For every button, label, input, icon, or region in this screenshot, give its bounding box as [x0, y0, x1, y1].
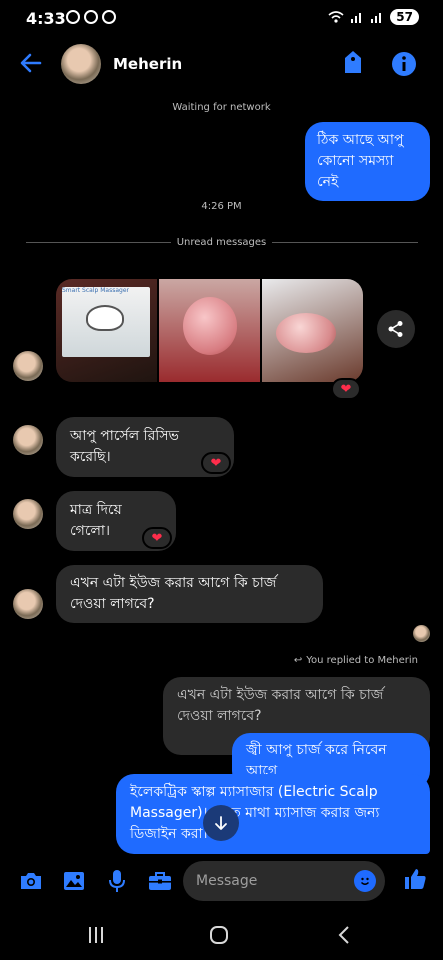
- battery-badge: 57: [390, 9, 419, 25]
- recent-apps-button[interactable]: [84, 924, 108, 946]
- massager-image: [276, 313, 336, 353]
- chat-header: Meherin: [0, 36, 443, 92]
- emoji-button[interactable]: [354, 870, 376, 892]
- status-time: 4:33: [26, 9, 66, 28]
- camera-icon[interactable]: [18, 868, 44, 894]
- tag-icon[interactable]: [342, 50, 364, 76]
- notification-icons: [66, 10, 116, 24]
- messenger-notification-icon: [102, 10, 116, 24]
- sender-avatar[interactable]: [13, 351, 43, 381]
- info-icon[interactable]: [391, 51, 417, 77]
- photo-product-box[interactable]: Smart Scalp Massager: [56, 279, 157, 382]
- smiley-icon: [361, 877, 369, 885]
- wifi-icon: [328, 11, 344, 23]
- time-separator: 4:26 PM: [201, 201, 242, 212]
- thumbs-up-icon[interactable]: [402, 866, 428, 892]
- photo-attachment-group[interactable]: Smart Scalp Massager: [56, 279, 363, 382]
- share-icon: [388, 321, 403, 337]
- message-composer: [0, 858, 443, 904]
- arrow-down-icon: [215, 816, 227, 830]
- scroll-to-bottom-button[interactable]: [203, 805, 239, 841]
- massager-image: [86, 305, 124, 331]
- status-bar: 4:33 57: [0, 0, 443, 36]
- back-button[interactable]: [332, 924, 356, 946]
- sender-avatar[interactable]: [13, 425, 43, 455]
- back-chevron-icon: [338, 926, 349, 944]
- divider-right: [272, 242, 418, 243]
- photo-massager-top[interactable]: [159, 279, 260, 382]
- replied-label-text: You replied to Meherin: [306, 655, 418, 666]
- sender-avatar[interactable]: [13, 589, 43, 619]
- massager-image: [183, 297, 237, 355]
- system-navigation-bar: [0, 904, 443, 960]
- briefcase-icon[interactable]: [147, 868, 173, 894]
- sender-avatar[interactable]: [13, 499, 43, 529]
- seen-avatar: [413, 625, 430, 642]
- home-icon: [210, 926, 228, 944]
- heart-reaction[interactable]: ❤: [201, 452, 231, 474]
- signal-icon: [351, 13, 362, 23]
- network-status: Waiting for network: [172, 102, 271, 113]
- heart-reaction[interactable]: ❤: [142, 527, 172, 549]
- outgoing-message[interactable]: ঠিক আছে আপু কোনো সমস্যা নেই: [305, 122, 430, 201]
- signal-icon-2: [371, 13, 382, 23]
- gallery-icon[interactable]: [61, 868, 87, 894]
- incoming-message[interactable]: এখন এটা ইউজ করার আগে কি চার্জ দেওয়া লাগ…: [56, 565, 323, 623]
- product-box-label: Smart Scalp Massager: [62, 287, 129, 294]
- status-indicators: 57: [328, 9, 419, 25]
- heart-reaction[interactable]: ❤: [331, 378, 361, 400]
- contact-name[interactable]: Meherin: [113, 55, 182, 73]
- back-arrow-icon[interactable]: [18, 50, 44, 76]
- outgoing-message[interactable]: ইলেকট্রিক স্কাল্প ম্যাসাজার (Electric Sc…: [116, 774, 430, 854]
- photo-massager-side[interactable]: [262, 279, 363, 382]
- replied-label: ↩ You replied to Meherin: [294, 655, 418, 666]
- messenger-notification-icon: [84, 10, 98, 24]
- recent-apps-icon: [89, 927, 103, 943]
- microphone-icon[interactable]: [104, 868, 130, 894]
- home-button[interactable]: [207, 924, 231, 946]
- reply-icon: ↩: [293, 655, 303, 666]
- contact-avatar[interactable]: [61, 44, 101, 84]
- share-button[interactable]: [377, 310, 415, 348]
- notification-icon: [66, 10, 80, 24]
